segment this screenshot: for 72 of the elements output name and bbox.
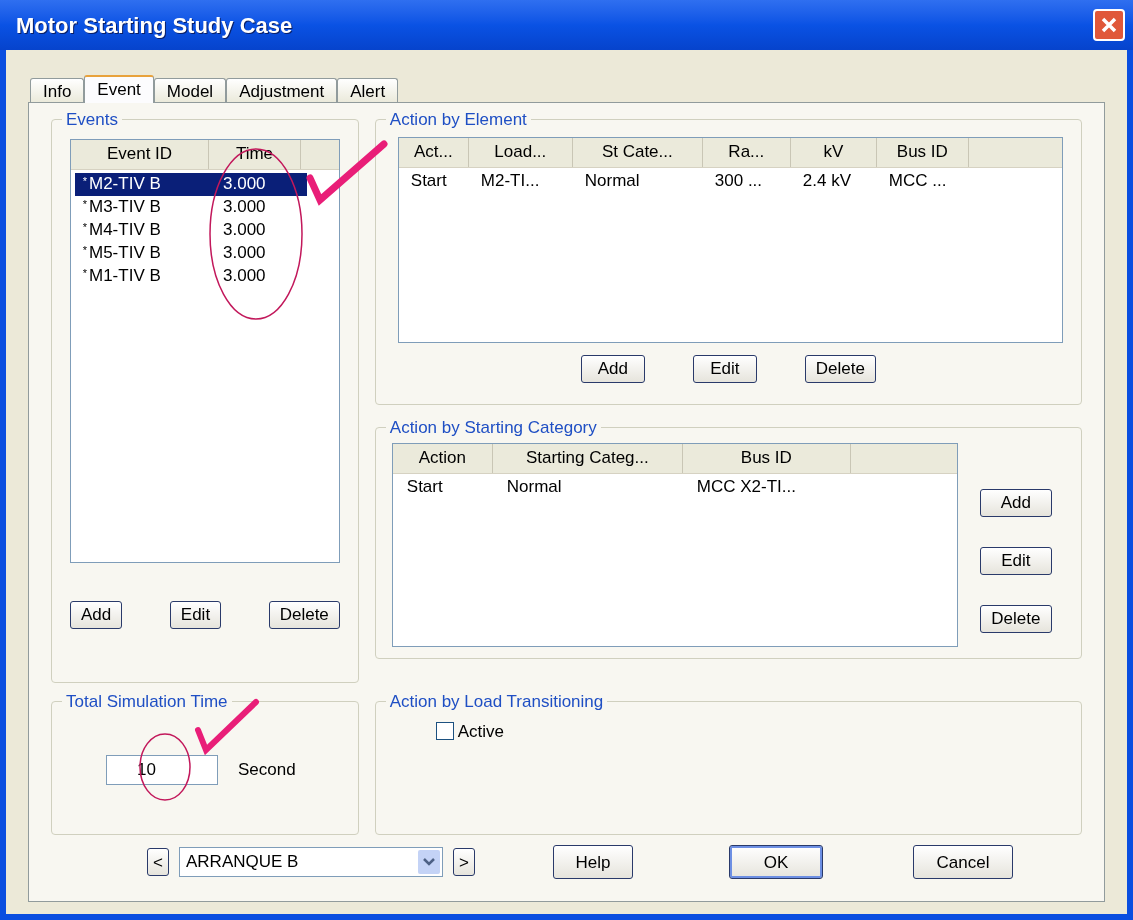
previous-button[interactable]: < [147,848,169,876]
tab[interactable]: Model [153,78,227,102]
list-button[interactable]: Delete [804,354,876,383]
table-cell-text: Normal [583,169,641,192]
list-button[interactable]: Delete [268,600,340,629]
column-header[interactable]: Action [392,443,493,473]
event-id: M4-TIV B [88,219,162,242]
event-marker: * [81,242,87,258]
column-header[interactable]: Bus ID [876,137,969,167]
event-marker: * [81,196,87,212]
column-header[interactable]: Ra... [702,137,791,167]
tab[interactable]: Event [84,75,154,103]
help-button[interactable]: Help [553,845,633,879]
window-title: Motor Starting Study Case [16,11,293,40]
group-title: Action by Load Transitioning [388,691,605,713]
event-time: 3.000 [222,265,266,288]
event-row[interactable]: *M2-TIV B 3.000 [75,172,307,196]
table-cell-text: Normal [505,475,563,498]
tab[interactable]: Alert [337,78,399,102]
close-button[interactable] [1093,9,1125,41]
list-button[interactable]: Add [70,600,123,629]
table-cell-text: MCC X2-TI... [695,475,797,498]
column-header[interactable]: Bus ID [682,443,851,473]
checkbox[interactable] [435,722,454,741]
table-cell-text: 2.4 kV [801,169,852,192]
event-time: 3.000 [222,196,266,219]
event-time: 3.000 [222,242,266,265]
list-button[interactable]: Edit [169,600,222,629]
event-time: 3.000 [222,219,266,242]
tab[interactable]: Info [30,78,85,102]
column-header[interactable]: Load... [468,137,573,167]
event-marker: * [81,219,87,235]
event-id: M2-TIV B [88,173,162,196]
annotation-ellipse [138,732,192,802]
list-button[interactable]: Edit [979,546,1052,575]
table-cell-text: 300 ... [713,169,764,192]
group-title: Action by Starting Category [388,417,598,439]
column-header[interactable]: Event ID [71,139,209,169]
checkbox-label: Active [457,720,504,743]
event-row[interactable]: *M4-TIV B 3.000 [75,218,307,242]
event-row[interactable]: *M1-TIV B 3.000 [75,264,307,288]
table-cell-text: M2-TI... [479,169,541,192]
column-header[interactable]: St Cate... [572,137,703,167]
table-cell-text: Start [405,475,444,498]
list-button[interactable]: Add [580,354,645,383]
table-cell-text: Start [409,169,448,192]
next-button[interactable]: > [453,848,475,876]
column-header[interactable]: Act... [398,137,469,167]
event-id: M3-TIV B [88,196,162,219]
close-icon [1100,16,1118,34]
case-dropdown[interactable]: ARRANQUE B [179,847,443,877]
cancel-button[interactable]: Cancel [913,845,1013,879]
column-header[interactable]: kV [790,137,877,167]
column-header[interactable]: Starting Categ... [492,443,683,473]
group-title: Total Simulation Time [65,691,229,713]
event-id: M5-TIV B [88,242,162,265]
event-row[interactable]: *M3-TIV B 3.000 [75,195,307,219]
list-button[interactable]: Add [979,488,1052,517]
ok-button[interactable]: OK [729,845,823,879]
list-button[interactable]: Delete [979,604,1052,633]
list-button[interactable]: Edit [692,354,757,383]
event-marker: * [81,265,87,281]
table-cell-text: MCC ... [887,169,948,192]
event-marker: * [81,173,87,189]
unit-label: Second [238,758,296,781]
tab[interactable]: Adjustment [226,78,338,102]
event-row[interactable]: *M5-TIV B 3.000 [75,241,307,265]
check-mark-icon [306,138,388,208]
group-title: Events [65,109,119,131]
event-time: 3.000 [222,173,266,196]
event-id: M1-TIV B [88,265,162,288]
group-title: Action by Element [388,109,528,131]
